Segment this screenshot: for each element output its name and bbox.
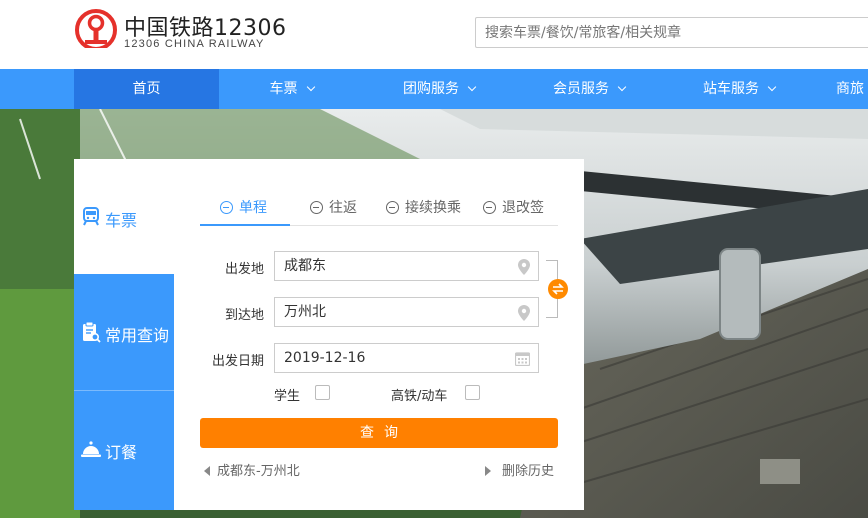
- transfer-icon: [386, 201, 399, 214]
- calendar-icon: [515, 352, 530, 366]
- chevron-down-icon: [306, 82, 315, 92]
- nav-item-tickets[interactable]: 车票: [219, 69, 364, 109]
- tab-label: 往返: [329, 200, 357, 216]
- sidebar-item-label: 订餐: [105, 443, 138, 462]
- swap-stations-button[interactable]: [548, 279, 568, 299]
- location-pin-icon: [518, 305, 530, 321]
- history-recent-link[interactable]: 成都东-万州北: [204, 460, 300, 479]
- clipboard-search-icon: [83, 321, 101, 343]
- student-checkbox[interactable]: [315, 385, 330, 400]
- location-pin-icon: [518, 259, 530, 275]
- query-button[interactable]: 查询: [200, 418, 558, 448]
- sidebar-item-label: 常用查询: [105, 326, 170, 345]
- sidebar-item-meal-order[interactable]: 订餐: [74, 391, 174, 510]
- from-station-input[interactable]: 成都东: [274, 251, 539, 281]
- tab-one-way[interactable]: 单程: [200, 194, 290, 226]
- nav-item-group[interactable]: 团购服务: [364, 69, 514, 109]
- sidebar-item-tickets[interactable]: 车票: [74, 159, 174, 274]
- to-station-value: 万州北: [284, 304, 326, 320]
- tab-label: 单程: [239, 200, 267, 216]
- sidebar-item-common-queries[interactable]: 常用查询: [74, 274, 174, 391]
- nav-item-business[interactable]: 商旅: [836, 69, 868, 109]
- to-station-label: 到达地: [224, 308, 264, 323]
- refund-icon: [483, 201, 496, 214]
- railway-logo-icon[interactable]: [74, 8, 118, 52]
- main-nav: 首页 车票 团购服务 会员服务 站车服务 商旅: [0, 69, 868, 109]
- swap-arrows-icon: [552, 283, 564, 295]
- round-trip-icon: [310, 201, 323, 214]
- nav-item-home[interactable]: 首页: [74, 69, 219, 109]
- highspeed-checkbox[interactable]: [465, 385, 480, 400]
- site-search-input[interactable]: [475, 17, 868, 48]
- from-station-value: 成都东: [284, 258, 326, 274]
- chevron-down-icon: [767, 82, 777, 92]
- minus-circle-icon: [220, 201, 233, 214]
- train-icon: [83, 207, 99, 226]
- student-label: 学生: [274, 389, 301, 404]
- nav-item-station[interactable]: 站车服务: [664, 69, 814, 109]
- tab-transfer[interactable]: 接续换乘: [386, 194, 461, 226]
- food-cloche-icon: [81, 441, 101, 457]
- nav-label: 站车服务: [703, 81, 759, 97]
- to-station-input[interactable]: 万州北: [274, 297, 539, 327]
- chevron-down-icon: [467, 82, 477, 92]
- tab-refund-change[interactable]: 退改签: [483, 194, 544, 226]
- nav-label: 车票: [269, 81, 298, 97]
- nav-label: 会员服务: [553, 81, 609, 97]
- tab-round-trip[interactable]: 往返: [310, 194, 357, 226]
- tab-label: 退改签: [502, 200, 544, 216]
- clear-history-link[interactable]: 删除历史: [485, 460, 554, 479]
- nav-label: 团购服务: [403, 81, 459, 97]
- chevron-down-icon: [617, 82, 627, 92]
- nav-label: 商旅: [836, 81, 864, 97]
- from-station-label: 出发地: [224, 262, 264, 277]
- trip-type-tabs: 单程 往返 接续换乘 退改签: [200, 194, 558, 226]
- clear-history-text: 删除历史: [502, 464, 555, 479]
- history-recent-text: 成都东-万州北: [217, 464, 300, 479]
- tab-label: 接续换乘: [405, 200, 461, 216]
- triangle-right-icon: [485, 466, 491, 476]
- logo-subtitle: 12306 CHINA RAILWAY: [124, 38, 265, 50]
- triangle-left-icon: [204, 466, 210, 476]
- nav-label: 首页: [132, 81, 161, 97]
- site-header: 中国铁路12306 12306 CHINA RAILWAY: [0, 0, 868, 69]
- departure-date-value: 2019-12-16: [284, 350, 366, 366]
- nav-item-member[interactable]: 会员服务: [514, 69, 664, 109]
- highspeed-label: 高铁/动车: [391, 389, 448, 404]
- sidebar-item-label: 车票: [105, 211, 138, 230]
- departure-date-input[interactable]: 2019-12-16: [274, 343, 539, 373]
- departure-date-label: 出发日期: [211, 354, 264, 369]
- ticket-booking-widget: 车票 常用查询 订餐 单程 往返 接续换乘 退改签 出发地 成都东 到达地 万州…: [74, 159, 584, 510]
